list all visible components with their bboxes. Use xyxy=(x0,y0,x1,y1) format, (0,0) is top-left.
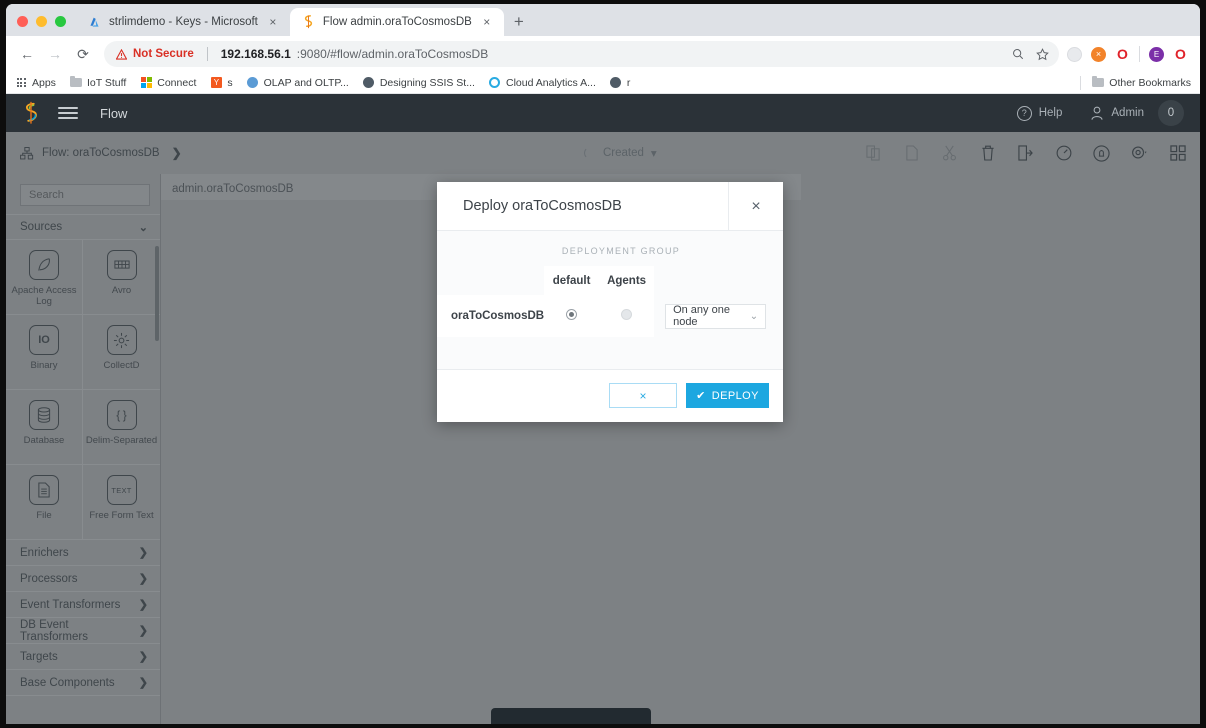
address-bar[interactable]: Not Secure 192.168.56.1 :9080/#flow/admi… xyxy=(104,41,1059,67)
grey-extension-icon[interactable] xyxy=(1067,46,1082,62)
globe-dark-icon xyxy=(610,77,622,89)
minimize-window-button[interactable] xyxy=(36,16,47,27)
bookmarks-bar: Apps IoT Stuff Connect Y s OLAP and OLTP… xyxy=(6,72,1200,94)
apps-grid-icon xyxy=(15,77,27,89)
bookmark-ssis[interactable]: Designing SSIS St... xyxy=(363,77,475,89)
bookmark-connect[interactable]: Connect xyxy=(140,77,196,89)
warning-triangle-icon xyxy=(116,48,127,60)
opera-extension-icon[interactable]: O xyxy=(1115,46,1130,62)
node-select[interactable]: On any one node ⌄ xyxy=(665,303,767,329)
cancel-button[interactable]: × xyxy=(609,383,677,408)
bookmark-apps[interactable]: Apps xyxy=(15,77,56,89)
bookmark-label: IoT Stuff xyxy=(86,76,127,89)
column-agents: Agents xyxy=(599,266,655,295)
radio-agents[interactable] xyxy=(621,309,633,320)
dialog-title: Deploy oraToCosmosDB xyxy=(463,198,622,214)
star-icon[interactable] xyxy=(1036,47,1049,61)
agents-radio-cell[interactable] xyxy=(599,295,655,337)
bookmark-label: s xyxy=(227,76,233,89)
close-tab-button[interactable]: × xyxy=(479,16,495,28)
extensions-divider xyxy=(1139,46,1140,62)
bookmark-label: Connect xyxy=(157,76,197,89)
other-bookmarks-label: Other Bookmarks xyxy=(1109,76,1191,89)
bookmark-label: OLAP and OLTP... xyxy=(263,76,349,89)
globe-blue-icon xyxy=(247,77,259,89)
omnibox-row: ← → ⟳ Not Secure 192.168.56.1 :9080/#flo… xyxy=(6,36,1200,72)
column-default: default xyxy=(544,266,600,295)
node-option-cell[interactable]: On any one node ⌄ xyxy=(654,295,783,337)
extensions-row: × O E O xyxy=(1067,46,1192,62)
maximize-window-button[interactable] xyxy=(55,16,66,27)
close-window-button[interactable] xyxy=(17,16,28,27)
zoom-icon[interactable] xyxy=(1012,48,1024,60)
striim-app: Flow ? Help Admin 0 Flow: oraToCosmosDB … xyxy=(6,94,1200,724)
yahoo-icon: Y xyxy=(210,77,222,89)
bookmark-cloud-analytics[interactable]: Cloud Analytics A... xyxy=(489,77,596,89)
modal-overlay: Deploy oraToCosmosDB × DEPLOYMENT GROUP … xyxy=(6,94,1200,724)
default-radio-cell[interactable] xyxy=(544,295,600,337)
url-host: 192.168.56.1 xyxy=(220,47,291,61)
dialog-header: Deploy oraToCosmosDB × xyxy=(437,182,783,231)
omnibox-actions xyxy=(1012,47,1049,61)
security-status-label: Not Secure xyxy=(133,48,194,60)
bookmarks-divider xyxy=(1080,75,1082,90)
tab-title: strlimdemo - Keys - Microsoft xyxy=(109,16,258,28)
opera-extension-icon-2[interactable]: O xyxy=(1173,46,1188,62)
radio-default[interactable] xyxy=(566,309,578,320)
bookmark-r[interactable]: r xyxy=(610,76,631,89)
row-name: oraToCosmosDB xyxy=(437,295,545,337)
dialog-body: DEPLOYMENT GROUP default Agents oraToCos… xyxy=(437,231,783,369)
reload-button[interactable]: ⟳ xyxy=(70,41,96,67)
node-select-value: On any one node xyxy=(673,304,730,328)
dialog-footer: × ✔ DEPLOY xyxy=(437,369,783,421)
blank-header xyxy=(437,266,544,295)
tab-strip: strlimdemo - Keys - Microsoft × Flow adm… xyxy=(6,4,1200,36)
browser-tab-1[interactable]: strlimdemo - Keys - Microsoft × xyxy=(76,8,290,36)
url-divider xyxy=(206,47,208,61)
chevron-down-icon[interactable]: ⌄ xyxy=(750,311,758,322)
striim-icon xyxy=(301,15,316,30)
folder-icon xyxy=(1092,76,1105,89)
forward-button[interactable]: → xyxy=(42,41,68,67)
azure-icon xyxy=(87,15,102,30)
folder-icon xyxy=(69,76,82,89)
close-tab-button[interactable]: × xyxy=(265,16,281,28)
microsoft-icon xyxy=(140,77,152,89)
table-row: oraToCosmosDB On any one node ⌄ xyxy=(437,295,783,337)
globe-cyan-icon xyxy=(489,77,501,89)
deployment-group-header: DEPLOYMENT GROUP xyxy=(561,246,681,256)
bookmark-iot-stuff[interactable]: IoT Stuff xyxy=(69,76,127,89)
deployment-table: default Agents oraToCosmosDB On any one … xyxy=(437,266,783,337)
deploy-label: DEPLOY xyxy=(711,389,759,402)
url-path: :9080/#flow/admin.oraToCosmosDB xyxy=(296,47,489,61)
new-tab-button[interactable]: + xyxy=(504,13,534,36)
back-button[interactable]: ← xyxy=(14,41,40,67)
table-header-row: default Agents xyxy=(437,266,783,295)
browser-window: strlimdemo - Keys - Microsoft × Flow adm… xyxy=(6,4,1200,724)
globe-dark-icon xyxy=(363,77,375,89)
tab-title: Flow admin.oraToCosmosDB xyxy=(322,16,472,28)
bookmark-label: Designing SSIS St... xyxy=(379,76,475,89)
blank-header-2 xyxy=(654,266,783,295)
window-controls[interactable] xyxy=(6,16,76,36)
profile-avatar[interactable]: E xyxy=(1149,46,1164,62)
bookmark-s[interactable]: Y s xyxy=(210,76,233,89)
check-icon: ✔ xyxy=(696,390,706,402)
browser-tab-2[interactable]: Flow admin.oraToCosmosDB × xyxy=(289,8,504,36)
screen: strlimdemo - Keys - Microsoft × Flow adm… xyxy=(0,0,1206,728)
bookmark-olap[interactable]: OLAP and OLTP... xyxy=(247,77,349,89)
bookmark-label: Apps xyxy=(32,76,56,89)
close-icon[interactable]: × xyxy=(728,182,783,231)
other-bookmarks[interactable]: Other Bookmarks xyxy=(1080,75,1191,90)
deploy-button[interactable]: ✔ DEPLOY xyxy=(686,383,769,408)
bookmark-label: r xyxy=(626,76,631,89)
deploy-dialog: Deploy oraToCosmosDB × DEPLOYMENT GROUP … xyxy=(437,182,783,422)
bookmark-label: Cloud Analytics A... xyxy=(505,76,596,89)
orange-x-extension-icon[interactable]: × xyxy=(1091,46,1106,62)
